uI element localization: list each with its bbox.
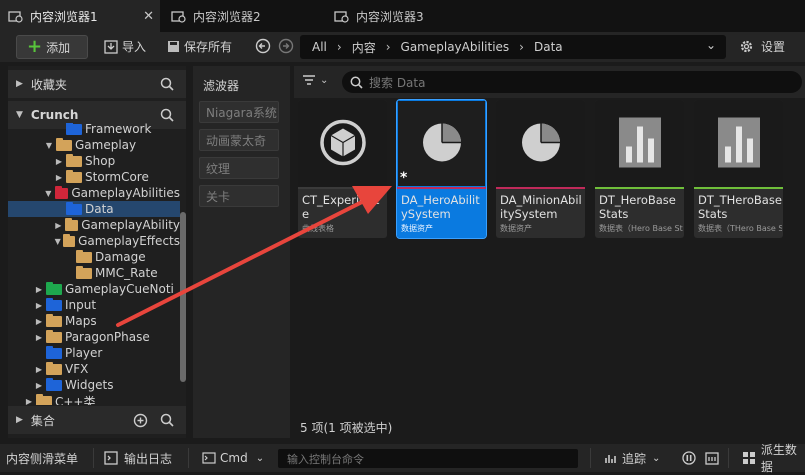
console-input[interactable]: 输入控制台命令: [278, 449, 578, 468]
cmd-dropdown[interactable]: Cmd ⌄: [202, 444, 264, 472]
divider: [93, 448, 94, 468]
revision-icon: [705, 452, 719, 465]
derived-data-label: 派生数据: [760, 443, 797, 474]
log-icon: [104, 451, 118, 465]
console-placeholder: 输入控制台命令: [287, 452, 364, 466]
derived-data-button[interactable]: 派生数据: [742, 443, 805, 474]
output-log-label: 输出日志: [124, 451, 173, 466]
status-bar: 内容侧滑菜单 输出日志 Cmd ⌄ 输入控制台命令 追踪 ⌄ 派生数据: [0, 443, 805, 474]
output-log-button[interactable]: 输出日志: [104, 444, 172, 472]
content-drawer-button[interactable]: 内容侧滑菜单: [6, 444, 78, 472]
derived-data-icon: [743, 452, 755, 464]
record-button[interactable]: [682, 444, 696, 472]
drawer-label: 内容侧滑菜单: [6, 451, 79, 466]
chevron-down-icon: ⌄: [255, 452, 265, 464]
terminal-icon: [202, 452, 216, 464]
cmd-label: Cmd: [220, 451, 248, 465]
divider: [728, 448, 729, 468]
trace-label: 追踪: [622, 451, 647, 466]
divider: [590, 448, 591, 468]
trace-button[interactable]: 追踪 ⌄: [604, 444, 660, 472]
divider: [188, 448, 189, 468]
chevron-down-icon: ⌄: [652, 452, 661, 464]
trace-icon: [605, 454, 616, 463]
record-icon: [682, 451, 696, 465]
annotation-arrow: [116, 186, 392, 327]
revision-button[interactable]: [705, 444, 719, 472]
